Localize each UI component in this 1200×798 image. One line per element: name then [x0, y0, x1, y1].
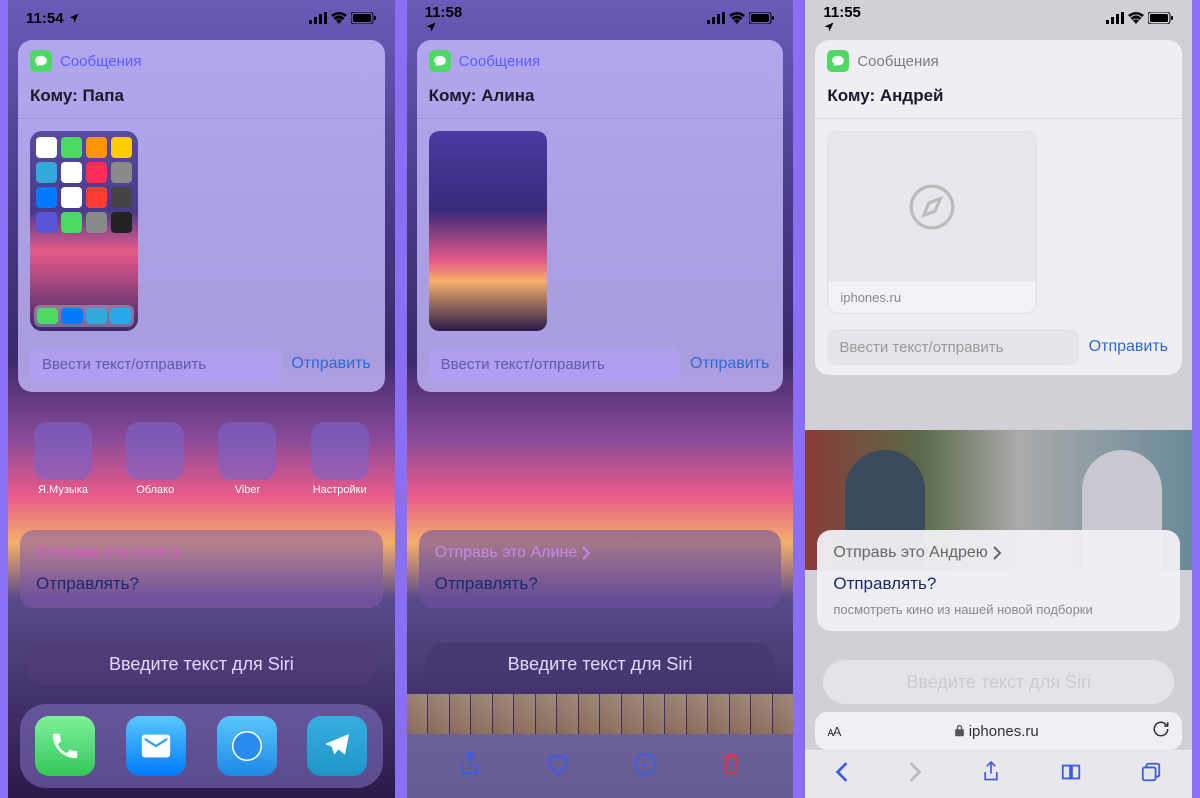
favorite-button[interactable]	[545, 751, 571, 782]
home-app-settings[interactable]: Настройки	[305, 422, 375, 496]
link-domain: iphones.ru	[828, 282, 1036, 313]
dock-mail[interactable]	[126, 716, 186, 776]
messages-icon	[30, 50, 52, 72]
recipient-line: Кому: Папа	[30, 86, 373, 106]
forward-button[interactable]	[908, 761, 922, 788]
compose-card: Сообщения Кому: Алина Ввести текст/отпра…	[417, 40, 784, 392]
siri-suggestion-text: Отправь это Алине	[435, 544, 766, 562]
safari-toolbar	[805, 750, 1192, 798]
siri-text-input[interactable]: Введите текст для Siri	[425, 642, 776, 686]
home-app-cloud[interactable]: Облако	[120, 422, 190, 496]
compass-icon	[907, 182, 957, 232]
siri-suggestion-card[interactable]: Отправь это Андрею Отправлять? посмотрет…	[817, 530, 1180, 631]
url-display: iphones.ru	[954, 723, 1039, 740]
chevron-right-icon	[992, 546, 1002, 560]
send-button[interactable]: Отправить	[289, 349, 372, 379]
reload-button[interactable]	[1152, 720, 1170, 743]
safari-url-bar[interactable]: ᴀA iphones.ru	[815, 712, 1182, 750]
thumbnail-strip[interactable]	[407, 694, 794, 734]
wifi-icon	[1128, 12, 1144, 24]
share-button[interactable]	[981, 760, 1001, 789]
lock-icon	[954, 724, 965, 738]
status-time: 11:58	[425, 4, 463, 33]
compose-card: Сообщения Кому: Папа Ввести текст/отправ…	[18, 40, 385, 392]
signal-icon	[1106, 12, 1124, 24]
messages-icon	[429, 50, 451, 72]
status-bar: 11:58	[407, 0, 794, 36]
dock-phone[interactable]	[35, 716, 95, 776]
text-size-button[interactable]: ᴀA	[827, 724, 840, 739]
home-app-viber[interactable]: Viber	[212, 422, 282, 496]
share-button[interactable]	[458, 750, 482, 783]
message-input[interactable]: Ввести текст/отправить	[429, 346, 680, 382]
siri-text-input[interactable]: Введите текст для Siri	[26, 642, 377, 686]
siri-confirm-text: Отправлять?	[435, 574, 766, 594]
siri-confirm-text: Отправлять?	[833, 574, 1164, 594]
status-time: 11:54	[26, 10, 80, 27]
bookmarks-button[interactable]	[1060, 762, 1082, 787]
chevron-right-icon	[581, 546, 591, 560]
divider	[18, 118, 385, 119]
attachment-link[interactable]: iphones.ru	[827, 131, 1037, 314]
status-icons	[707, 12, 775, 24]
signal-icon	[707, 12, 725, 24]
status-bar: 11:54	[8, 0, 395, 36]
tabs-button[interactable]	[1140, 761, 1162, 788]
recipient-line: Кому: Алина	[429, 86, 772, 106]
dock-telegram[interactable]	[307, 716, 367, 776]
home-apps-row: Я.Музыка Облако Viber Настройки	[28, 422, 375, 496]
message-input[interactable]: Ввести текст/отправить	[30, 346, 281, 382]
attachment-wallpaper[interactable]	[429, 131, 547, 331]
siri-suggestion-text: Отправь это Андрею	[833, 544, 1164, 562]
app-title: Сообщения	[459, 53, 540, 70]
send-button[interactable]: Отправить	[1087, 332, 1170, 362]
info-button[interactable]	[633, 752, 657, 781]
dock	[20, 704, 383, 788]
siri-suggestion-card[interactable]: Отправь это Алине Отправлять?	[419, 530, 782, 608]
app-title: Сообщения	[60, 53, 141, 70]
status-icons	[309, 12, 377, 24]
wifi-icon	[729, 12, 745, 24]
delete-button[interactable]	[720, 751, 742, 782]
siri-suggestion-text: Отправь это папе	[36, 544, 367, 562]
siri-confirm-text: Отправлять?	[36, 574, 367, 594]
screenshot-3: 11:55 Сообщения Кому: Андрей iphones.ru …	[805, 0, 1192, 798]
recipient-line: Кому: Андрей	[827, 86, 1170, 106]
home-app-music[interactable]: Я.Музыка	[28, 422, 98, 496]
screenshot-1: 11:54 Сообщения Кому: Папа	[8, 0, 395, 798]
compose-header: Сообщения	[30, 50, 373, 72]
siri-subtext: посмотреть кино из нашей новой подборки	[833, 602, 1164, 617]
battery-icon	[1148, 12, 1174, 24]
wifi-icon	[331, 12, 347, 24]
link-preview-image	[828, 132, 1036, 282]
divider	[417, 118, 784, 119]
back-button[interactable]	[835, 761, 849, 788]
siri-suggestion-card[interactable]: Отправь это папе Отправлять?	[20, 530, 383, 608]
photos-toolbar	[407, 734, 794, 798]
status-icons	[1106, 12, 1174, 24]
status-bar: 11:55	[805, 0, 1192, 36]
status-time: 11:55	[823, 4, 861, 33]
messages-icon	[827, 50, 849, 72]
divider	[815, 118, 1182, 119]
app-title: Сообщения	[857, 53, 938, 70]
battery-icon	[749, 12, 775, 24]
chevron-right-icon	[171, 546, 181, 560]
dock-safari[interactable]	[217, 716, 277, 776]
compose-card: Сообщения Кому: Андрей iphones.ru Ввести…	[815, 40, 1182, 375]
message-input[interactable]: Ввести текст/отправить	[827, 329, 1078, 365]
screenshot-2: 11:58 Сообщения Кому: Алина Ввести текст…	[407, 0, 794, 798]
siri-text-input[interactable]: Введите текст для Siri	[823, 660, 1174, 704]
attachment-screenshot[interactable]	[30, 131, 138, 331]
battery-icon	[351, 12, 377, 24]
signal-icon	[309, 12, 327, 24]
send-button[interactable]: Отправить	[688, 349, 771, 379]
